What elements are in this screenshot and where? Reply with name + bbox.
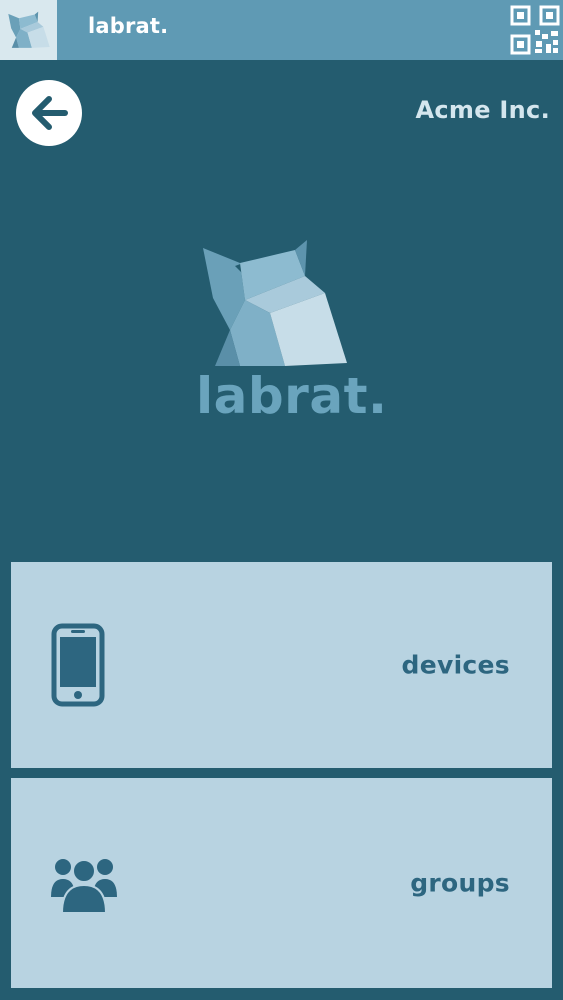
arrow-left-icon bbox=[32, 96, 68, 130]
labrat-logo-icon bbox=[203, 240, 347, 366]
qr-code-icon[interactable] bbox=[509, 4, 561, 56]
app-logo[interactable] bbox=[0, 0, 57, 60]
brand-name: labrat. bbox=[196, 367, 388, 425]
devices-button[interactable]: devices bbox=[11, 562, 552, 768]
back-button[interactable] bbox=[16, 80, 82, 146]
app-title: labrat. bbox=[88, 14, 169, 38]
smartphone-icon bbox=[51, 623, 105, 707]
devices-label: devices bbox=[401, 650, 510, 680]
groups-button[interactable]: groups bbox=[11, 778, 552, 988]
company-name: Acme Inc. bbox=[415, 96, 550, 124]
users-group-icon bbox=[51, 859, 117, 913]
top-bar: labrat. bbox=[0, 0, 563, 60]
labrat-logo-icon bbox=[7, 11, 50, 48]
groups-label: groups bbox=[410, 868, 510, 898]
